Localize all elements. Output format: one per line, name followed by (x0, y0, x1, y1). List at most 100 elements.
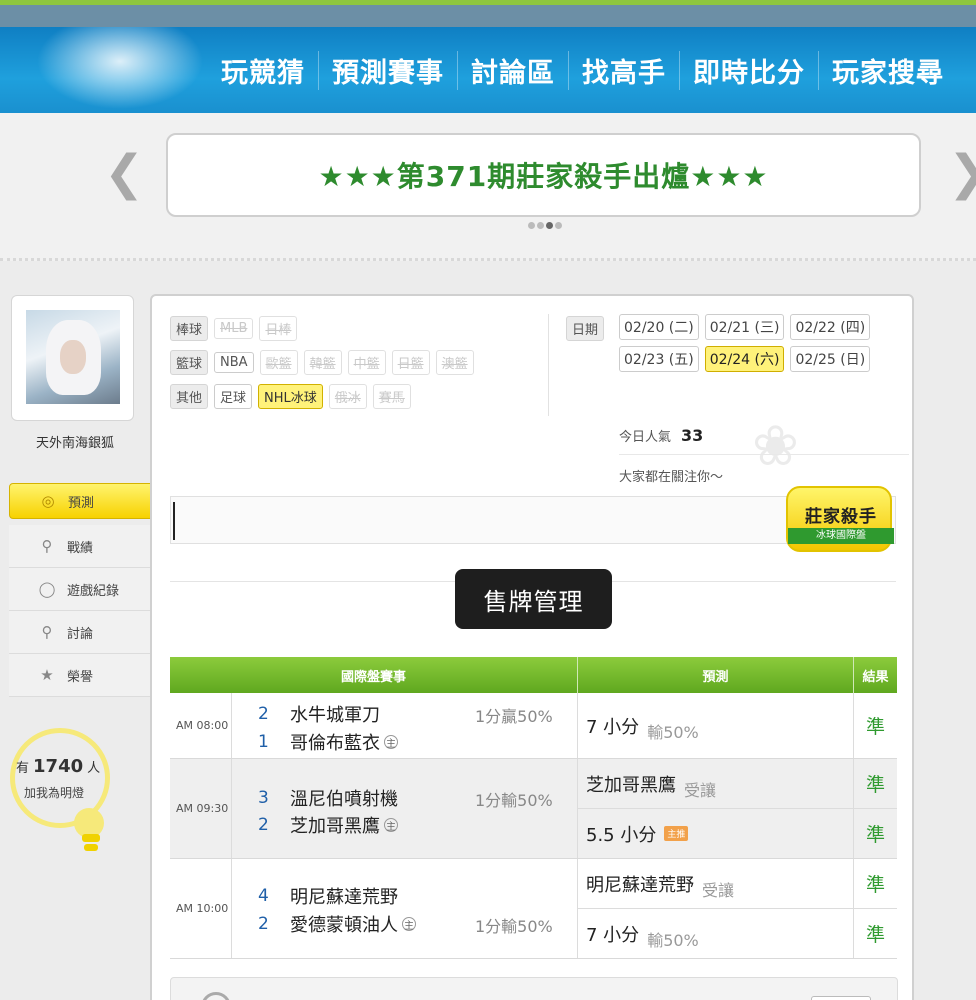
result: 準 (865, 716, 885, 738)
main-navigation: 玩競猜 預測賽事 討論區 找高手 即時比分 玩家搜尋 (0, 27, 976, 113)
date-button-selected[interactable]: 02/24 (六) (704, 346, 785, 372)
result: 準 (865, 924, 885, 946)
tag-eu-basketball[interactable]: 歐籃 (259, 350, 298, 375)
featured-tag: 主推 (664, 826, 689, 841)
game-time: AM 09:30 (170, 759, 232, 858)
tag-kr-basketball[interactable]: 韓籃 (303, 350, 342, 375)
game-results: 準 準 (854, 859, 897, 958)
sidebar-item-discuss[interactable]: ⚲ 討論 (9, 611, 159, 654)
sidebar-item-honor[interactable]: ★ 榮譽 (9, 654, 159, 697)
carousel-dot[interactable] (537, 222, 544, 229)
header-games: 國際盤賽事 (170, 657, 578, 693)
result: 準 (854, 859, 897, 909)
tag-horse-racing[interactable]: 賽馬 (372, 384, 411, 409)
date-button[interactable]: 02/23 (五) (619, 346, 699, 372)
side-menu: ◎ 預測 ⚲ 戰績 ◯ 遊戲紀錄 ⚲ 討論 ★ 榮譽 (9, 483, 159, 697)
username[interactable]: 天外南海銀狐 (10, 432, 140, 451)
team-name[interactable]: 溫尼伯噴射機 (290, 785, 398, 811)
nav-item-predict[interactable]: 預測賽事 (318, 50, 457, 90)
chevron-right-icon[interactable]: ❯ (948, 145, 976, 201)
game-predictions: 芝加哥黑鷹 受讓 5.5 小分 主推 (578, 759, 854, 858)
date-button[interactable]: 02/22 (四) (790, 314, 871, 340)
avatar-image (26, 310, 120, 404)
game-odds: 1分輸50% (475, 791, 553, 810)
nav-logo-glow (30, 27, 210, 113)
team-name[interactable]: 哥倫布藍衣 (290, 729, 380, 755)
date-button[interactable]: 02/21 (三) (704, 314, 785, 340)
nav-item-experts[interactable]: 找高手 (568, 50, 679, 90)
chat-icon: ⚲ (41, 623, 53, 641)
chevron-left-icon[interactable]: ❮ (104, 145, 144, 201)
bottom-button[interactable] (811, 996, 871, 1000)
divider (619, 454, 909, 455)
nav-item-forum[interactable]: 討論區 (457, 50, 568, 90)
sidebar-item-predict[interactable]: ◎ 預測 (9, 483, 159, 519)
table-row: AM 10:00 4 明尼蘇達荒野 2 愛德蒙頓油人主 1分輸50% 明尼蘇達荒野受… (170, 859, 897, 959)
tag-jp-baseball[interactable]: 日棒 (259, 316, 298, 341)
popularity-value: 33 (681, 426, 704, 445)
prediction: 7 小分 輸50% (586, 716, 699, 742)
predictions-table: 國際盤賽事 預測 結果 AM 08:00 2 水牛城軍刀 1 哥倫布藍衣主 1分贏5… (170, 657, 897, 959)
watching-text: 大家都在關注你～ (619, 470, 724, 485)
game-teams: 4 明尼蘇達荒野 2 愛德蒙頓油人主 1分輸50% (232, 859, 578, 958)
popularity: 今日人氣 33 (619, 426, 703, 445)
nav-item-player-search[interactable]: 玩家搜尋 (818, 50, 957, 90)
team-name[interactable]: 芝加哥黑鷹 (290, 812, 380, 838)
circle-icon: ◯ (38, 580, 56, 598)
game-odds: 1分輸50% (475, 917, 553, 936)
bulb-icon (70, 808, 110, 854)
date-selector: 02/20 (二) 02/21 (三) 02/22 (四) 02/23 (五) … (619, 314, 909, 372)
sidebar-item-label: 榮譽 (67, 669, 94, 685)
game-time: AM 08:00 (170, 693, 232, 758)
prediction: 明尼蘇達荒野 受讓 (578, 859, 853, 909)
header-prediction: 預測 (578, 657, 854, 693)
header-result: 結果 (862, 669, 889, 685)
watermark-logo: ❀ (752, 414, 799, 479)
promo-banner[interactable]: ★★★第371期莊家殺手出爐★★★ (166, 133, 921, 217)
tag-au-basketball[interactable]: 澳籃 (435, 350, 474, 375)
tag-mlb[interactable]: MLB (214, 318, 254, 339)
team-name[interactable]: 明尼蘇達荒野 (290, 883, 398, 909)
table-row: AM 08:00 2 水牛城軍刀 1 哥倫布藍衣主 1分贏50% 7 小分 輸50% … (170, 693, 897, 759)
carousel-dots (528, 222, 562, 229)
sidebar-item-label: 戰績 (67, 540, 94, 556)
divider (548, 314, 549, 416)
game-odds: 1分贏50% (475, 707, 553, 726)
game-predictions: 明尼蘇達荒野 受讓 7 小分 輸50% (578, 859, 854, 958)
home-mark: 主 (384, 818, 398, 833)
circle-icon (201, 992, 231, 1000)
filter-row-basketball: 籃球 NBA 歐籃 韓籃 中籃 日籃 澳籃 (170, 350, 474, 375)
date-label: 日期 (566, 316, 605, 341)
game-results: 準 準 (854, 759, 897, 858)
bottom-panel (170, 977, 898, 1000)
tag-jp-basketball[interactable]: 日籃 (391, 350, 430, 375)
tag-nba[interactable]: NBA (214, 352, 254, 373)
tag-nhl[interactable]: NHL冰球 (258, 384, 323, 409)
sales-management-tooltip[interactable]: 售牌管理 (455, 569, 612, 629)
fans-number: 1740 (33, 756, 84, 777)
carousel-dot[interactable] (555, 222, 562, 229)
carousel-dot[interactable] (528, 222, 535, 229)
game-results: 準 (854, 693, 897, 758)
sidebar-item-record[interactable]: ⚲ 戰績 (9, 525, 159, 568)
team-name[interactable]: 水牛城軍刀 (290, 701, 380, 727)
date-button[interactable]: 02/20 (二) (619, 314, 699, 340)
top-strip (0, 5, 976, 27)
target-icon: ◎ (41, 492, 55, 510)
tag-soccer[interactable]: 足球 (214, 384, 253, 409)
nav-item-guess[interactable]: 玩競猜 (208, 51, 318, 90)
team-name[interactable]: 愛德蒙頓油人 (290, 911, 398, 937)
avatar[interactable] (11, 295, 134, 421)
tag-russian-hockey[interactable]: 俄冰 (328, 384, 367, 409)
fans-count[interactable]: 有 1740 人 加我為明燈 (16, 756, 106, 800)
badge-title: 莊家殺手 (805, 507, 877, 527)
sport-label-other: 其他 (170, 384, 209, 409)
sport-label-baseball: 棒球 (170, 316, 209, 341)
carousel-dot-active[interactable] (546, 222, 553, 229)
sidebar-item-game-history[interactable]: ◯ 遊戲紀錄 (9, 568, 159, 611)
tag-cn-basketball[interactable]: 中籃 (347, 350, 386, 375)
nav-item-live-score[interactable]: 即時比分 (679, 50, 818, 90)
badge-subtitle: 冰球國際盤 (788, 528, 894, 544)
date-button[interactable]: 02/25 (日) (790, 346, 871, 372)
home-mark: 主 (384, 735, 398, 750)
